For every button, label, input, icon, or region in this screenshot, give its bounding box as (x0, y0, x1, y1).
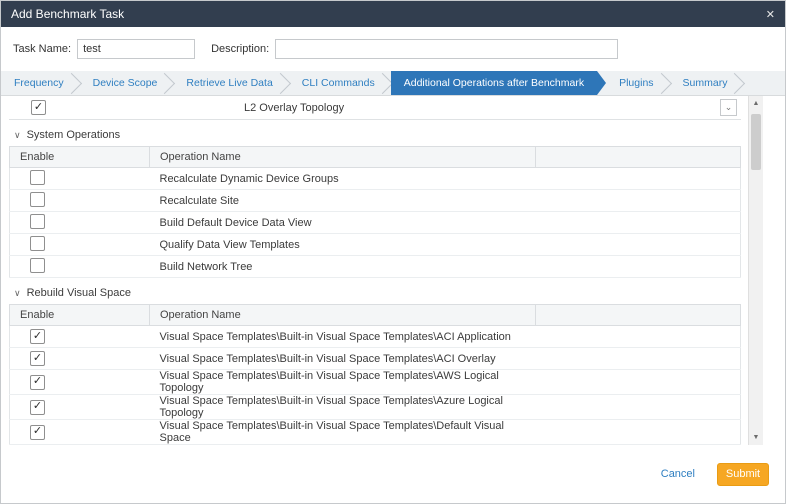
tab-label: Device Scope (93, 77, 158, 89)
column-header-enable: Enable (10, 305, 150, 326)
check-icon: ✓ (34, 102, 43, 113)
section-header-rebuild-visual-space[interactable]: ∨ Rebuild Visual Space (14, 287, 741, 299)
table-row[interactable]: ✓ Build Default Device Data View (10, 212, 741, 234)
tab-summary[interactable]: Summary (670, 71, 744, 95)
check-icon: ✓ (33, 426, 42, 437)
table-row[interactable]: ✓ Recalculate Site (10, 190, 741, 212)
chevron-down-icon[interactable]: ⌄ (720, 99, 737, 116)
check-icon: ✓ (33, 331, 42, 342)
dialog-footer: Cancel Submit (1, 445, 785, 503)
operation-name: Recalculate Dynamic Device Groups (150, 168, 536, 190)
checkbox[interactable]: ✓ (30, 425, 45, 440)
scrollbar-thumb[interactable] (751, 114, 761, 170)
description-input[interactable] (275, 39, 618, 59)
operation-name: Build Network Tree (150, 256, 536, 278)
table-row[interactable]: ✓ Recalculate Dynamic Device Groups (10, 168, 741, 190)
tab-label: Additional Operations after Benchmark (404, 77, 584, 89)
operation-name: Recalculate Site (150, 190, 536, 212)
tab-cli-commands[interactable]: CLI Commands (289, 71, 391, 95)
tab-label: Plugins (619, 77, 653, 89)
table-row[interactable]: ✓ Visual Space Templates\Built-in Visual … (10, 348, 741, 370)
task-name-input[interactable] (77, 39, 195, 59)
wizard-tab-strip: Frequency Device Scope Retrieve Live Dat… (1, 71, 785, 96)
l2-overlay-topology-row: ✓ L2 Overlay Topology ⌄ (9, 96, 741, 120)
check-icon: ✓ (33, 401, 42, 412)
column-header-operation-name: Operation Name (150, 305, 536, 326)
operation-name: Visual Space Templates\Built-in Visual S… (150, 370, 536, 395)
checkbox[interactable]: ✓ (30, 375, 45, 390)
operation-name: Visual Space Templates\Built-in Visual S… (150, 326, 536, 348)
dialog-title: Add Benchmark Task (11, 7, 124, 21)
operation-name: Visual Space Templates\Built-in Visual S… (150, 348, 536, 370)
table-row[interactable]: ✓ Visual Space Templates\Built-in Visual … (10, 326, 741, 348)
task-name-label: Task Name: (13, 43, 71, 55)
table-row[interactable]: ✓ Build Network Tree (10, 256, 741, 278)
tab-label: CLI Commands (302, 77, 375, 89)
collapse-icon: ∨ (14, 130, 21, 141)
operation-name: Build Default Device Data View (150, 212, 536, 234)
column-header-enable: Enable (10, 147, 150, 168)
checkbox[interactable]: ✓ (30, 236, 45, 251)
checkbox[interactable]: ✓ (30, 170, 45, 185)
checkbox[interactable]: ✓ (30, 400, 45, 415)
checkbox[interactable]: ✓ (30, 258, 45, 273)
row-label: L2 Overlay Topology (244, 102, 344, 114)
operation-name: Visual Space Templates\Built-in Visual S… (150, 395, 536, 420)
tab-plugins[interactable]: Plugins (606, 71, 669, 95)
collapse-icon: ∨ (14, 288, 21, 299)
cancel-button[interactable]: Cancel (661, 468, 695, 480)
vertical-scrollbar[interactable]: ▲ ▼ (748, 96, 763, 445)
section-title-label: Rebuild Visual Space (27, 287, 131, 299)
content-area: ✓ L2 Overlay Topology ⌄ ∨ System Operati… (1, 95, 763, 445)
tab-retrieve-live-data[interactable]: Retrieve Live Data (173, 71, 288, 95)
checkbox[interactable]: ✓ (30, 214, 45, 229)
scroll-down-icon[interactable]: ▼ (749, 430, 763, 445)
tab-label: Summary (683, 77, 728, 89)
dialog-titlebar: Add Benchmark Task ✕ (1, 1, 785, 27)
description-label: Description: (211, 43, 269, 55)
tab-label: Frequency (14, 77, 64, 89)
tab-device-scope[interactable]: Device Scope (80, 71, 174, 95)
checkbox[interactable]: ✓ (30, 351, 45, 366)
check-icon: ✓ (33, 353, 42, 364)
system-operations-table: Enable Operation Name ✓ Recalculate Dynam… (9, 146, 741, 278)
section-title-label: System Operations (27, 129, 121, 141)
tab-additional-operations[interactable]: Additional Operations after Benchmark (391, 71, 597, 95)
tab-frequency[interactable]: Frequency (1, 71, 80, 95)
table-row[interactable]: ✓ Visual Space Templates\Built-in Visual … (10, 370, 741, 395)
table-row[interactable]: ✓ Visual Space Templates\Built-in Visual … (10, 395, 741, 420)
close-icon[interactable]: ✕ (766, 8, 775, 21)
submit-button[interactable]: Submit (717, 463, 769, 486)
column-header-extra (536, 147, 741, 168)
operation-name: Visual Space Templates\Built-in Visual S… (150, 420, 536, 445)
column-header-extra (536, 305, 741, 326)
table-row[interactable]: ✓ Visual Space Templates\Built-in Visual … (10, 420, 741, 445)
section-header-system-operations[interactable]: ∨ System Operations (14, 129, 741, 141)
content-body: ✓ L2 Overlay Topology ⌄ ∨ System Operati… (1, 96, 747, 445)
checkbox[interactable]: ✓ (31, 100, 46, 115)
table-row[interactable]: ✓ Qualify Data View Templates (10, 234, 741, 256)
task-form-row: Task Name: Description: (1, 27, 785, 71)
rebuild-visual-space-table: Enable Operation Name ✓ Visual Space Temp… (9, 304, 741, 445)
scroll-up-icon[interactable]: ▲ (749, 96, 763, 111)
add-benchmark-task-dialog: Add Benchmark Task ✕ Task Name: Descript… (0, 0, 786, 504)
operation-name: Qualify Data View Templates (150, 234, 536, 256)
check-icon: ✓ (33, 376, 42, 387)
tab-label: Retrieve Live Data (186, 77, 272, 89)
column-header-operation-name: Operation Name (150, 147, 536, 168)
checkbox[interactable]: ✓ (30, 329, 45, 344)
checkbox[interactable]: ✓ (30, 192, 45, 207)
